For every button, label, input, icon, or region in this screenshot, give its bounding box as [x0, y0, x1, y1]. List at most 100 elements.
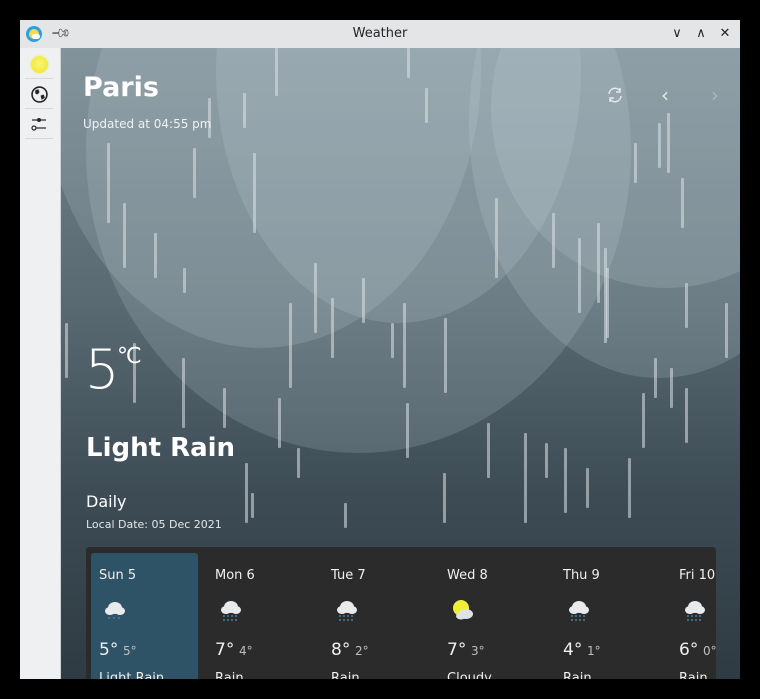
forecast-card[interactable]: Wed 8 7° 3° Cloudy [439, 553, 546, 679]
sun-icon [30, 55, 48, 73]
forecast-card[interactable]: Tue 7 8° 2° Rain [323, 553, 430, 679]
rain-drop [487, 423, 490, 478]
rain-drop [444, 318, 447, 393]
forecast-description: Rain [679, 671, 708, 679]
forecast-low: 4° [239, 644, 253, 658]
forecast-high: 7° [215, 640, 235, 660]
forecast-day: Mon 6 [215, 568, 255, 583]
forecast-day: Tue 7 [331, 568, 366, 583]
title-bar: 📌︎ Weather ∨ ∧ ✕ [20, 20, 740, 48]
rain-drop [193, 148, 196, 198]
forecast-day: Thu 9 [563, 568, 600, 583]
rain-drop [634, 143, 637, 183]
rain-drop [253, 153, 256, 233]
rain-drop [685, 388, 688, 443]
forecast-low: 0° [703, 644, 716, 658]
forecast-low: 1° [587, 644, 601, 658]
rain-drop [495, 198, 498, 278]
chevron-up-icon: ∧ [696, 26, 706, 41]
sidebar-item-weather[interactable] [25, 50, 53, 79]
forecast-description: Light Rain [99, 671, 165, 679]
weather-window: 📌︎ Weather ∨ ∧ ✕ Paris Updated at 04:55 … [20, 20, 740, 679]
rain-drop [289, 303, 292, 388]
rain-drop [425, 88, 428, 123]
forecast-day: Sun 5 [99, 568, 137, 583]
forecast-description: Rain [215, 671, 244, 679]
local-date: Local Date: 05 Dec 2021 [86, 518, 222, 531]
globe-icon [30, 85, 48, 103]
rain-drop [407, 48, 410, 78]
updated-time: Updated at 04:55 pm [83, 117, 212, 131]
cloudy-icon [453, 600, 473, 620]
rain-drop [251, 493, 254, 518]
forecast-day: Wed 8 [447, 568, 488, 583]
sliders-icon [31, 118, 46, 131]
rain-drop [182, 358, 185, 428]
maximize-button[interactable]: ∧ [691, 24, 711, 44]
forecast-low: 2° [355, 644, 369, 658]
rain-drop [524, 433, 527, 523]
rain-drop [578, 238, 581, 313]
rain-drop [564, 448, 567, 513]
refresh-button[interactable] [603, 83, 627, 107]
rain-drop [628, 458, 631, 518]
forecast-high: 5° [99, 640, 119, 660]
rain-drop [107, 143, 110, 223]
current-temperature: 5 [85, 338, 120, 401]
forecast-card[interactable]: Sun 5 5° 5° Light Rain [91, 553, 198, 679]
sidebar-item-settings[interactable] [25, 110, 53, 139]
chevron-right-icon: › [711, 83, 719, 107]
rain-drop [443, 473, 446, 523]
rain-drop [183, 268, 186, 293]
rain-drop [670, 368, 673, 408]
close-button[interactable]: ✕ [715, 24, 735, 44]
rain-drop [681, 178, 684, 228]
rain-icon [337, 601, 357, 621]
rain-drop [344, 503, 347, 528]
rain-drop [65, 323, 68, 378]
city-name: Paris [83, 72, 159, 103]
rain-drop [545, 443, 548, 478]
rain-drop [391, 323, 394, 358]
previous-location-button[interactable]: ‹ [653, 83, 677, 107]
rain-drop [685, 283, 688, 328]
rain-drop [586, 468, 589, 508]
sidebar [20, 48, 61, 679]
sidebar-item-locations[interactable] [25, 80, 53, 109]
refresh-icon [608, 87, 622, 103]
forecast-description: Rain [563, 671, 592, 679]
forecast-high: 6° [679, 640, 699, 660]
rain-drop [552, 213, 555, 268]
forecast-description: Cloudy [447, 671, 492, 679]
rain-drop [654, 358, 657, 398]
rain-drop [362, 278, 365, 323]
rain-drop [667, 113, 670, 173]
rain-drop [406, 403, 409, 458]
rain-drop [331, 298, 334, 358]
current-condition: Light Rain [86, 433, 236, 463]
forecast-low: 3° [471, 644, 485, 658]
rain-icon [221, 601, 241, 621]
forecast-card[interactable]: Thu 9 4° 1° Rain [555, 553, 662, 679]
next-location-button[interactable]: › [703, 83, 727, 107]
forecast-description: Rain [331, 671, 360, 679]
forecast-low: 5° [123, 644, 137, 658]
rain-icon [685, 601, 705, 621]
rain-drop [275, 48, 278, 96]
forecast-card[interactable]: Fri 10 6° 0° Rain [671, 553, 716, 679]
weather-main: Paris Updated at 04:55 pm ‹ › 5 ℃ Light … [61, 48, 740, 679]
minimize-button[interactable]: ∨ [667, 24, 687, 44]
rain-drop [245, 463, 248, 523]
forecast-day: Fri 10 [679, 568, 716, 583]
temperature-unit: ℃ [117, 344, 142, 369]
rain-drop [154, 233, 157, 278]
rain-drop [314, 263, 317, 333]
rain-drop [297, 448, 300, 478]
chevron-down-icon: ∨ [672, 26, 682, 41]
rain-drop [725, 303, 728, 358]
close-icon: ✕ [719, 26, 731, 41]
light-rain-icon [105, 602, 125, 619]
rain-drop [223, 388, 226, 428]
rain-drop [278, 398, 281, 448]
forecast-card[interactable]: Mon 6 7° 4° Rain [207, 553, 314, 679]
